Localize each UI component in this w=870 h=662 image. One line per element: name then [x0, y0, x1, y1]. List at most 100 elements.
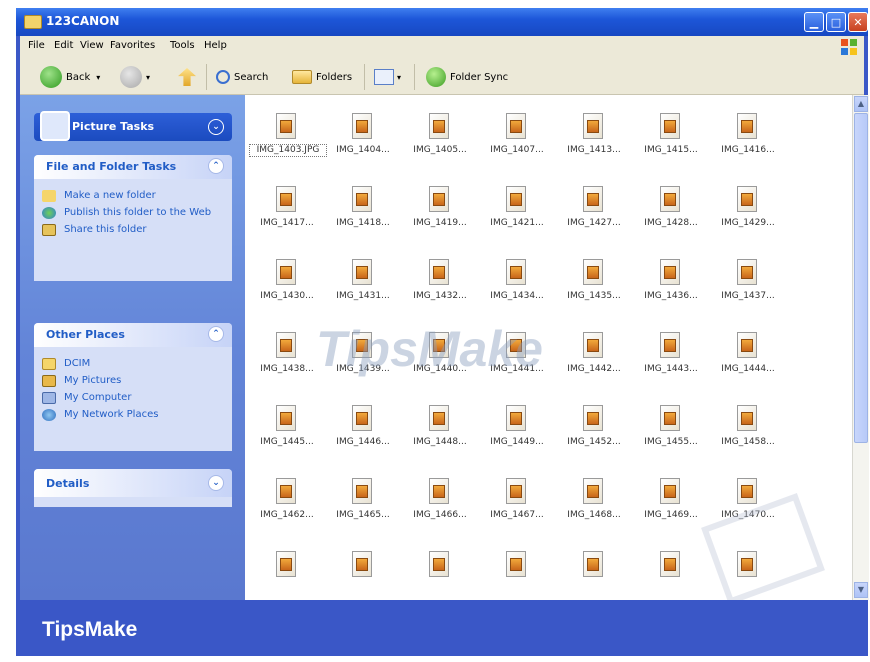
file-item[interactable]: IMG_1430...	[249, 253, 325, 317]
expand-chevron-icon[interactable]: ⌄	[208, 475, 224, 491]
file-item[interactable]: IMG_1431...	[325, 253, 401, 317]
file-item[interactable]: IMG_1445...	[249, 399, 325, 463]
file-item[interactable]: IMG_1448...	[402, 399, 478, 463]
file-item[interactable]	[402, 545, 478, 600]
file-item[interactable]: IMG_1434...	[479, 253, 555, 317]
file-item[interactable]: IMG_1469...	[633, 472, 709, 536]
file-item[interactable]: IMG_1443...	[633, 326, 709, 390]
my-pictures-link[interactable]: My Pictures	[34, 375, 232, 387]
task-pane: Picture Tasks ⌄ File and Folder Tasks ⌃ …	[20, 95, 245, 600]
menu-tools[interactable]: Tools	[170, 40, 195, 51]
file-item[interactable]: IMG_1418...	[325, 180, 401, 244]
up-folder-button[interactable]	[178, 66, 196, 88]
menu-favorites[interactable]: Favorites	[110, 40, 155, 51]
menu-edit[interactable]: Edit	[54, 40, 73, 51]
back-arrow-icon	[40, 66, 62, 88]
share-folder-link[interactable]: Share this folder	[34, 224, 232, 236]
file-item[interactable]: IMG_1470...	[710, 472, 786, 536]
file-item[interactable]	[556, 545, 632, 600]
file-item[interactable]: IMG_1467...	[479, 472, 555, 536]
vertical-scrollbar[interactable]: ▲ ▼	[852, 95, 869, 600]
make-new-folder-link[interactable]: Make a new folder	[34, 190, 232, 202]
thumbnail-icon	[664, 412, 676, 425]
file-item[interactable]	[479, 545, 555, 600]
menu-help[interactable]: Help	[204, 40, 227, 51]
collapse-chevron-icon[interactable]: ⌃	[208, 326, 224, 342]
thumbnail-icon	[510, 412, 522, 425]
file-item[interactable]: IMG_1403.JPG	[249, 107, 327, 171]
file-item[interactable]: IMG_1415...	[633, 107, 709, 171]
file-item[interactable]: IMG_1436...	[633, 253, 709, 317]
scroll-down-button[interactable]: ▼	[854, 582, 868, 598]
file-item[interactable]	[710, 545, 786, 600]
thumbnail-icon	[741, 120, 753, 133]
file-item[interactable]: IMG_1416...	[710, 107, 786, 171]
file-item[interactable]: IMG_1458...	[710, 399, 786, 463]
file-name: IMG_1430...	[260, 291, 314, 301]
scroll-thumb[interactable]	[854, 113, 868, 443]
file-item[interactable]: IMG_1462...	[249, 472, 325, 536]
file-item[interactable]: IMG_1421...	[479, 180, 555, 244]
file-folder-tasks-header[interactable]: File and Folder Tasks ⌃	[34, 155, 232, 179]
back-button[interactable]: Back ▾	[40, 66, 100, 88]
file-item[interactable]: IMG_1404...	[325, 107, 401, 171]
file-item[interactable]: IMG_1468...	[556, 472, 632, 536]
toolbar: Back ▾ ▾ Search Folders ▾ Folder Sync	[20, 58, 864, 95]
file-item[interactable]	[633, 545, 709, 600]
file-item[interactable]: IMG_1449...	[479, 399, 555, 463]
file-item[interactable]: IMG_1465...	[325, 472, 401, 536]
image-file-icon	[660, 186, 680, 212]
file-item[interactable]: IMG_1419...	[402, 180, 478, 244]
file-item[interactable]: IMG_1435...	[556, 253, 632, 317]
close-button[interactable]: ✕	[848, 12, 868, 32]
file-item[interactable]: IMG_1455...	[633, 399, 709, 463]
views-button[interactable]: ▾	[374, 66, 401, 88]
file-item[interactable]: IMG_1440...	[402, 326, 478, 390]
computer-icon	[42, 392, 56, 404]
scroll-up-button[interactable]: ▲	[854, 96, 868, 112]
file-item[interactable]: IMG_1417...	[249, 180, 325, 244]
minimize-button[interactable]: ▁	[804, 12, 824, 32]
image-file-icon	[276, 113, 296, 139]
forward-button[interactable]: ▾	[120, 66, 150, 88]
file-item[interactable]: IMG_1466...	[402, 472, 478, 536]
my-network-places-link[interactable]: My Network Places	[34, 409, 232, 421]
search-button[interactable]: Search	[216, 66, 268, 88]
folder-sync-button[interactable]: Folder Sync	[426, 66, 508, 88]
image-file-icon	[583, 332, 603, 358]
folders-label: Folders	[316, 71, 353, 83]
file-item[interactable]: IMG_1438...	[249, 326, 325, 390]
file-item[interactable]: IMG_1442...	[556, 326, 632, 390]
my-computer-link[interactable]: My Computer	[34, 392, 232, 404]
maximize-button[interactable]: □	[826, 12, 846, 32]
file-item[interactable]: IMG_1428...	[633, 180, 709, 244]
menu-file[interactable]: File	[28, 40, 45, 51]
title-bar[interactable]: 123CANON ▁ □ ✕	[16, 8, 868, 36]
file-item[interactable]: IMG_1429...	[710, 180, 786, 244]
details-header[interactable]: Details ⌄	[34, 469, 232, 497]
expand-chevron-icon[interactable]: ⌄	[208, 119, 224, 135]
file-item[interactable]: IMG_1439...	[325, 326, 401, 390]
file-item[interactable]	[249, 545, 325, 600]
file-item[interactable]: IMG_1413...	[556, 107, 632, 171]
dcim-link[interactable]: DCIM	[34, 358, 232, 370]
file-item[interactable]: IMG_1405...	[402, 107, 478, 171]
file-item[interactable]: IMG_1452...	[556, 399, 632, 463]
other-places-header[interactable]: Other Places ⌃	[34, 323, 232, 347]
file-name: IMG_1421...	[490, 218, 544, 228]
file-item[interactable]: IMG_1441...	[479, 326, 555, 390]
file-item[interactable]	[325, 545, 401, 600]
file-item[interactable]: IMG_1432...	[402, 253, 478, 317]
file-item[interactable]: IMG_1427...	[556, 180, 632, 244]
folders-button[interactable]: Folders	[292, 66, 352, 88]
file-item[interactable]: IMG_1407...	[479, 107, 555, 171]
publish-folder-link[interactable]: Publish this folder to the Web	[34, 207, 232, 219]
picture-tasks-header[interactable]: Picture Tasks ⌄	[34, 111, 232, 141]
thumbnail-icon	[664, 193, 676, 206]
file-item[interactable]: IMG_1444...	[710, 326, 786, 390]
file-item[interactable]: IMG_1446...	[325, 399, 401, 463]
collapse-chevron-icon[interactable]: ⌃	[208, 158, 224, 174]
file-item[interactable]: IMG_1437...	[710, 253, 786, 317]
image-file-icon	[660, 551, 680, 577]
menu-view[interactable]: View	[80, 40, 104, 51]
